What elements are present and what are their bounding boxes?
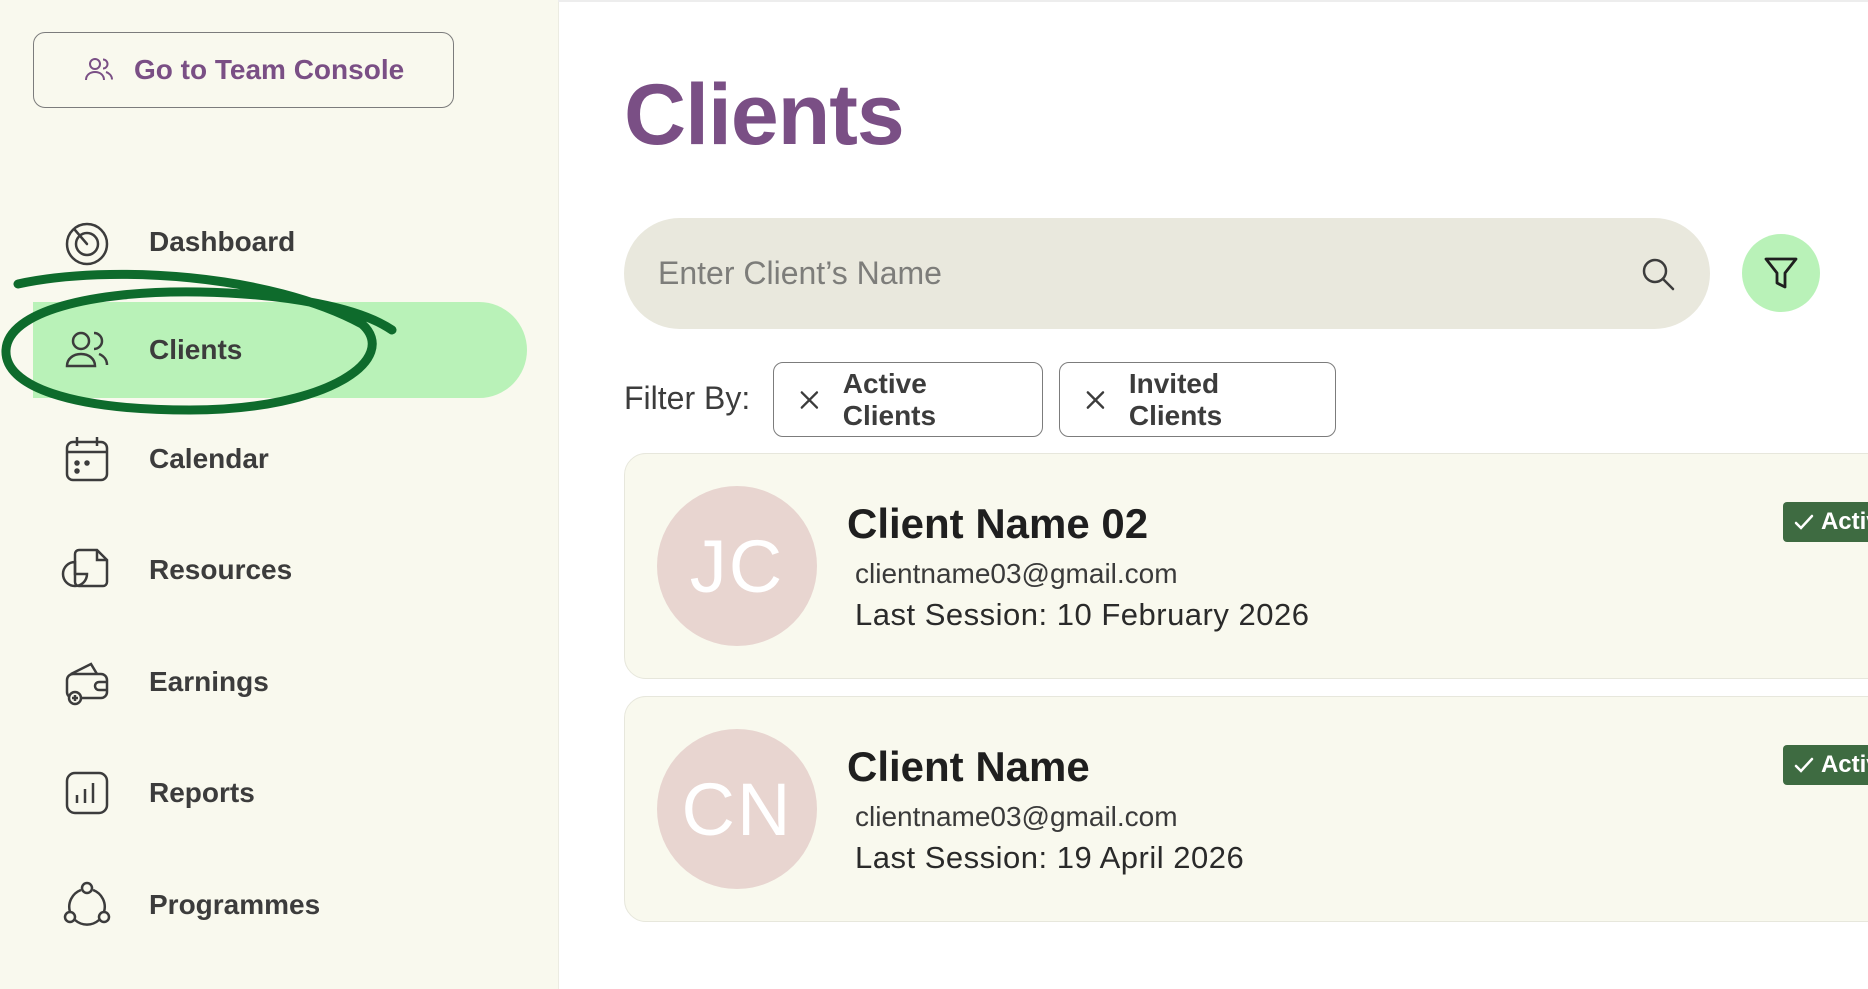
chip-label: Active Clients (842, 367, 937, 431)
chip-label: Invited Clients (1128, 367, 1223, 431)
check-icon (1794, 757, 1814, 773)
sidebar-item-label: Dashboard (149, 226, 296, 257)
client-email: clientname03@gmail.com (855, 558, 1178, 589)
last-session: Last Session: 19 April 2026 (855, 840, 1244, 876)
reports-icon (65, 771, 109, 815)
search-input[interactable] (656, 254, 1638, 293)
status-label: Active (1820, 508, 1868, 535)
main-content: Clients Filter By: Active Clients Invite… (558, 0, 1868, 989)
status-badge: Active (1782, 745, 1868, 785)
team-console-button[interactable]: Go to Team Console (33, 32, 454, 108)
client-name: Client Name (847, 743, 1090, 790)
search-icon[interactable] (1638, 254, 1678, 294)
sidebar: Go to Team Console Dashboard Clients Cal… (0, 0, 559, 989)
last-session-label: Last Session: (855, 597, 1048, 632)
check-icon (1794, 514, 1814, 530)
last-session-date: 10 February 2026 (1056, 597, 1310, 632)
filter-by-label: Filter By: (624, 380, 751, 416)
client-name: Client Name 02 (847, 500, 1149, 547)
wallet-icon (65, 662, 109, 706)
sidebar-item-reports[interactable]: Reports (33, 745, 527, 841)
last-session-date: 19 April 2026 (1056, 840, 1245, 875)
sidebar-item-programmes[interactable]: Programmes (33, 857, 527, 953)
close-icon[interactable] (798, 388, 821, 412)
programmes-icon (63, 881, 111, 926)
calendar-icon (65, 437, 109, 482)
sidebar-item-clients[interactable]: Clients (33, 302, 527, 398)
close-icon[interactable] (1084, 388, 1107, 412)
status-label: Active (1820, 751, 1868, 778)
users-icon (65, 331, 109, 368)
sidebar-item-calendar[interactable]: Calendar (33, 411, 527, 507)
sidebar-item-label: Calendar (149, 443, 269, 474)
sidebar-item-label: Clients (149, 334, 243, 365)
last-session-label: Last Session: (855, 840, 1048, 875)
sidebar-item-label: Earnings (149, 666, 269, 697)
sidebar-item-label: Resources (149, 554, 293, 585)
filter-icon (1764, 257, 1798, 289)
divider (558, 0, 1868, 2)
sidebar-item-earnings[interactable]: Earnings (33, 634, 527, 730)
last-session: Last Session: 10 February 2026 (855, 597, 1309, 633)
sidebar-item-dashboard[interactable]: Dashboard (33, 194, 527, 290)
search-bar[interactable] (624, 218, 1710, 329)
team-icon (85, 58, 113, 81)
avatar: CN (657, 729, 817, 889)
team-console-label: Go to Team Console (134, 54, 405, 85)
sidebar-item-label: Reports (149, 777, 255, 808)
chip-invited-clients[interactable]: Invited Clients (1059, 362, 1336, 437)
dashboard-icon (65, 222, 109, 266)
sidebar-item-label: Programmes (149, 889, 321, 920)
client-email: clientname03@gmail.com (855, 801, 1178, 832)
page-title: Clients (624, 67, 905, 163)
status-badge: Active (1782, 502, 1868, 542)
resources-icon (61, 548, 109, 588)
sidebar-item-resources[interactable]: Resources (33, 522, 527, 618)
avatar: JC (657, 486, 817, 646)
client-card[interactable]: CN Client Name clientname03@gmail.com La… (624, 696, 1868, 922)
chip-active-clients[interactable]: Active Clients (773, 362, 1043, 437)
filter-button[interactable] (1742, 234, 1820, 312)
client-card[interactable]: JC Client Name 02 clientname03@gmail.com… (624, 453, 1868, 679)
